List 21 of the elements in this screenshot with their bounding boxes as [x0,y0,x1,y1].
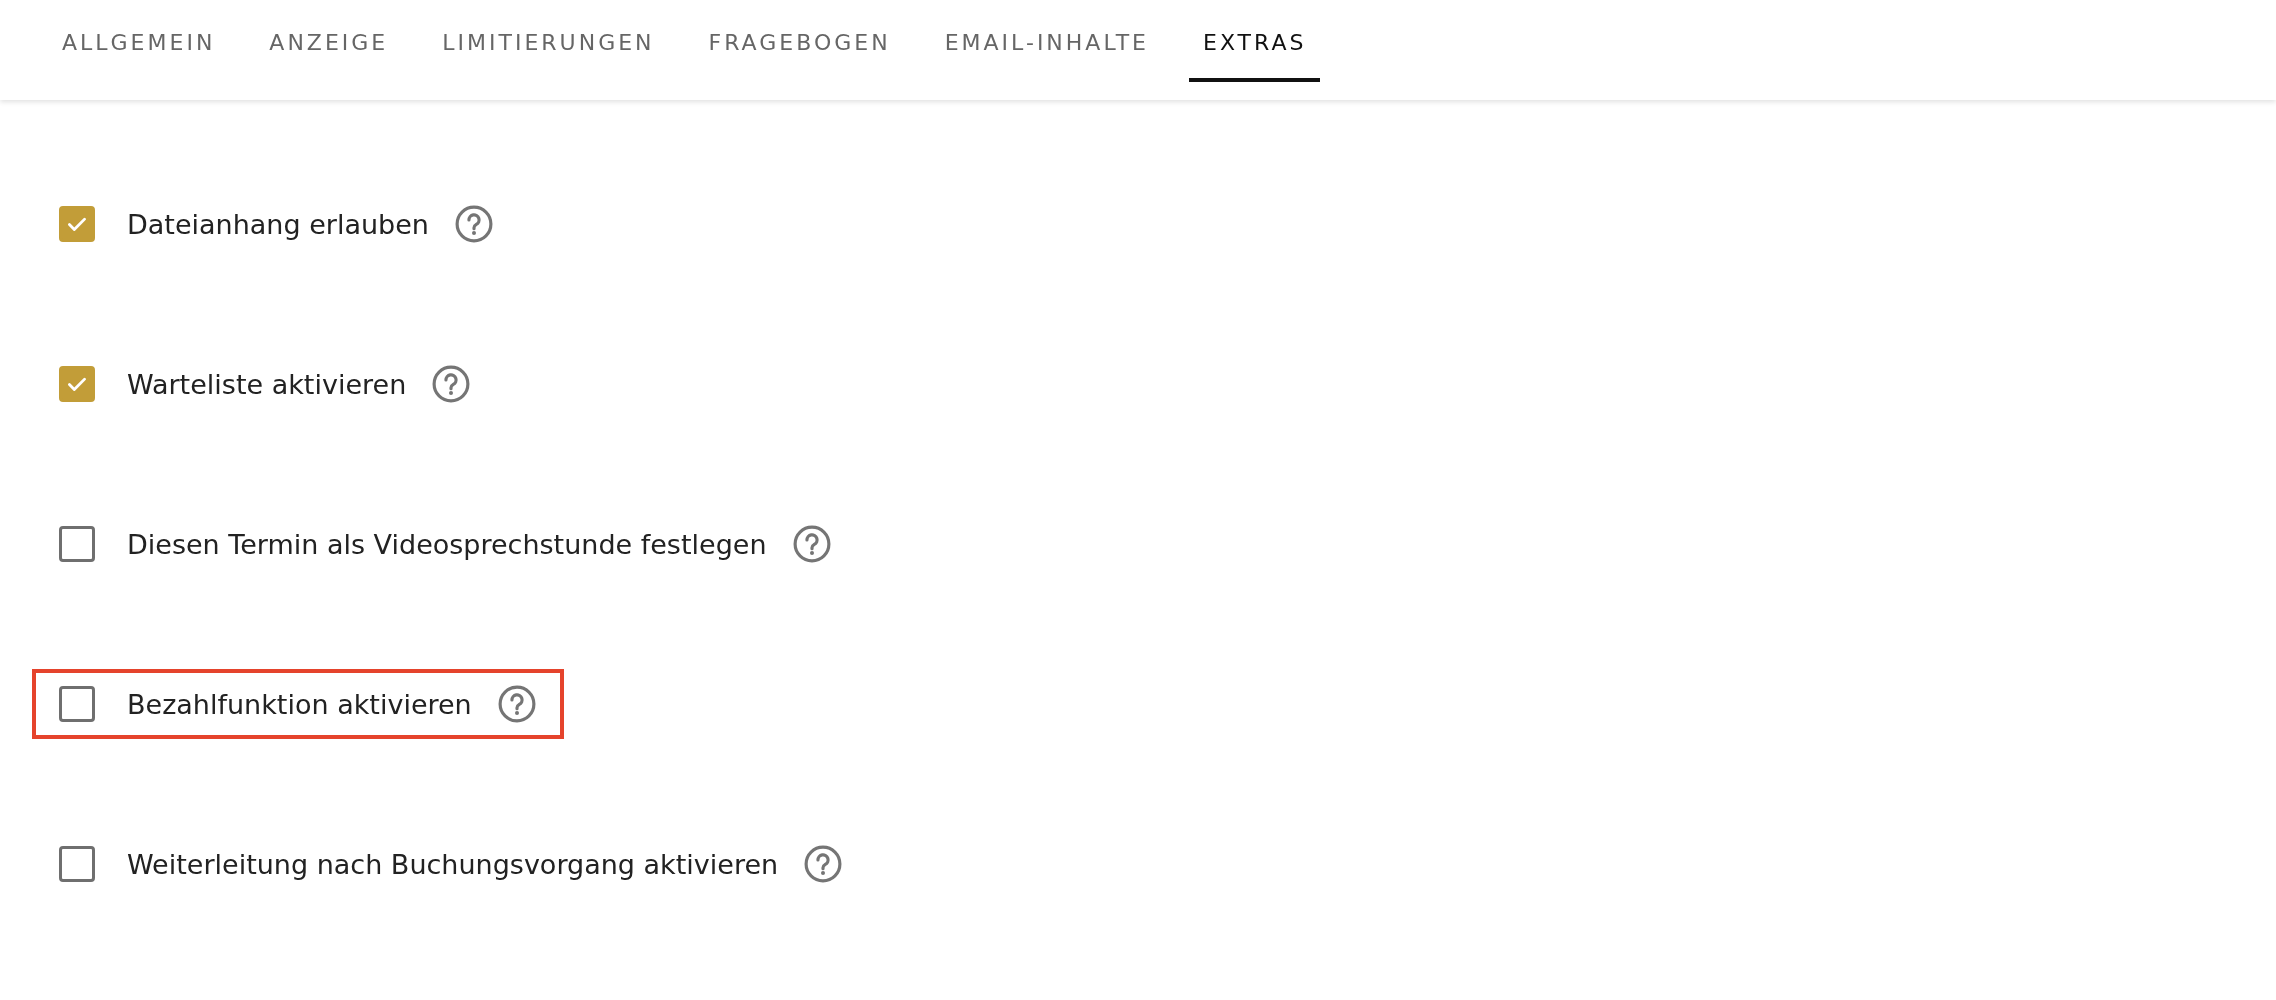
option-label: Diesen Termin als Videosprechstunde festlegen [127,528,767,560]
checkbox[interactable] [59,366,95,402]
tab[interactable]: ALLGEMEIN [48,0,230,82]
checkbox[interactable] [59,206,95,242]
tab[interactable]: LIMITIERUNGEN [428,0,669,82]
checkbox[interactable] [59,526,95,562]
help-icon[interactable] [497,685,536,723]
tab[interactable]: FRAGEBOGEN [694,0,905,82]
help-icon[interactable] [454,205,493,243]
option-label: Bezahlfunktion aktivieren [127,688,472,720]
tab[interactable]: EXTRAS [1189,0,1321,82]
option-label: Warteliste aktivieren [127,368,407,400]
option-label: Weiterleitung nach Buchungsvorgang aktivieren [127,848,779,880]
tab[interactable]: ANZEIGE [255,0,403,82]
checkbox[interactable] [59,686,95,722]
help-icon[interactable] [432,365,471,403]
option-label: Dateianhang erlauben [127,208,429,240]
checkbox[interactable] [59,846,95,882]
tab[interactable]: EMAIL-INHALTE [930,0,1163,82]
help-icon[interactable] [792,525,831,563]
help-icon[interactable] [804,845,843,883]
